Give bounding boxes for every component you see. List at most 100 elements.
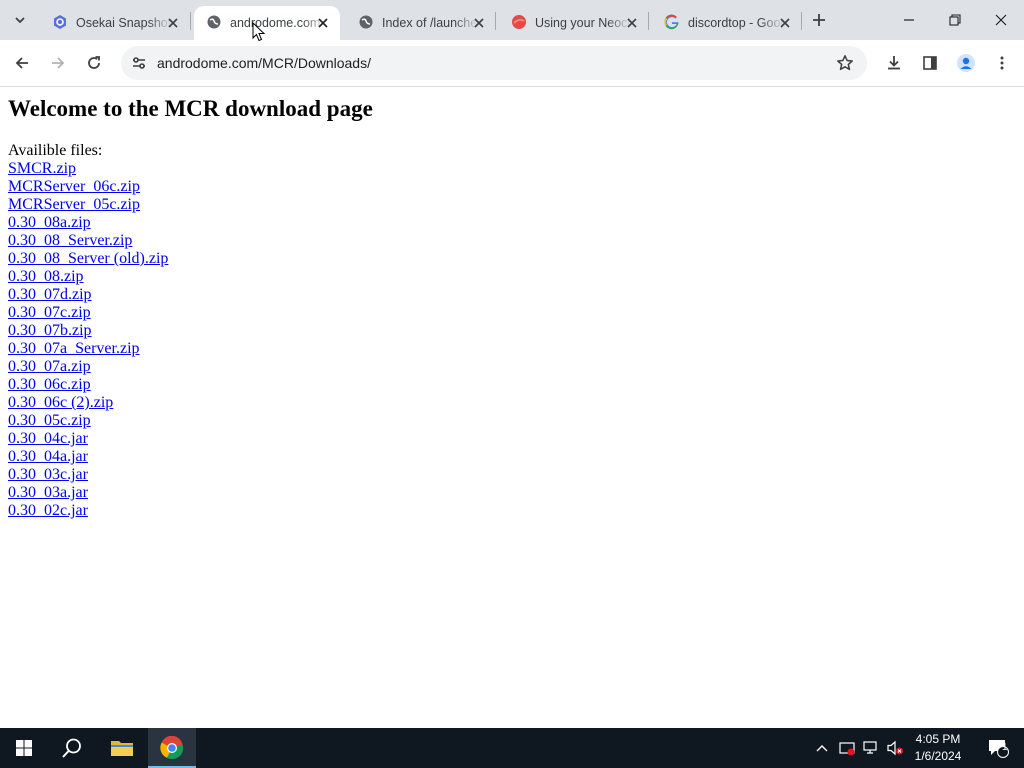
reload-icon <box>88 56 100 69</box>
chrome-icon <box>160 736 184 760</box>
file-download-link[interactable]: 0.30_07a.zip <box>8 358 91 375</box>
reload-button[interactable] <box>80 49 108 77</box>
back-button[interactable] <box>8 49 36 77</box>
close-tab-icon[interactable] <box>314 14 332 32</box>
close-icon <box>995 14 1007 26</box>
files-intro-text: Availible files: <box>8 142 103 159</box>
tab-title: Index of /launcher <box>382 16 478 30</box>
tab-title: discordtop - Google <box>688 16 784 30</box>
notification-count: 1 <box>1002 742 1008 753</box>
tab-title: Using your Neocities <box>535 16 631 30</box>
file-explorer-button[interactable] <box>98 728 146 768</box>
file-download-link[interactable]: MCRServer_05c.zip <box>8 196 140 213</box>
download-icon <box>888 56 900 70</box>
chevron-down-icon <box>15 17 25 24</box>
chrome-taskbar-button[interactable] <box>148 728 196 768</box>
profile-button[interactable] <box>952 49 980 77</box>
tab-separator <box>648 12 649 30</box>
tab-separator <box>190 12 191 30</box>
search-icon <box>62 738 81 758</box>
tab-androdome[interactable]: androdome.com <box>194 6 340 40</box>
windows-taskbar: 4:05 PM 1/6/2024 1 <box>0 728 1024 768</box>
tab-search-button[interactable] <box>8 8 32 32</box>
plus-icon <box>813 14 825 26</box>
close-tab-icon[interactable] <box>164 14 182 32</box>
file-download-link[interactable]: 0.30_03a.jar <box>8 484 88 501</box>
file-list-item: 0.30_07a.zip <box>8 358 168 376</box>
file-download-link[interactable]: 0.30_08_Server.zip <box>8 232 132 249</box>
file-download-link[interactable]: 0.30_03c.jar <box>8 466 88 483</box>
file-download-link[interactable]: 0.30_07c.zip <box>8 304 91 321</box>
file-list-item: MCRServer_05c.zip <box>8 196 168 214</box>
neocities-icon <box>511 14 527 30</box>
file-list-item: 0.30_04a.jar <box>8 448 168 466</box>
file-list-item: 0.30_06c (2).zip <box>8 394 168 412</box>
tab-neocities[interactable]: Using your Neocities <box>499 6 649 40</box>
file-list-item: 0.30_07b.zip <box>8 322 168 340</box>
file-list-item: 0.30_08.zip <box>8 268 168 286</box>
google-icon <box>664 14 680 30</box>
restore-button[interactable] <box>932 0 978 40</box>
side-panel-button[interactable] <box>916 49 944 77</box>
osekai-icon <box>52 14 68 30</box>
file-download-link[interactable]: 0.30_08.zip <box>8 268 84 285</box>
file-download-link[interactable]: 0.30_04a.jar <box>8 448 88 465</box>
file-download-link[interactable]: 0.30_06c.zip <box>8 376 91 393</box>
arrow-left-icon <box>15 57 28 69</box>
file-download-link[interactable]: 0.30_02c.jar <box>8 502 88 519</box>
windows-logo-icon <box>16 740 32 756</box>
file-download-link[interactable]: 0.30_07d.zip <box>8 286 92 303</box>
file-download-link[interactable]: 0.30_05c.zip <box>8 412 91 429</box>
minimize-button[interactable] <box>886 0 932 40</box>
browser-menu-button[interactable] <box>988 49 1016 77</box>
file-download-link[interactable]: 0.30_08_Server (old).zip <box>8 250 168 267</box>
file-list-item: 0.30_03c.jar <box>8 466 168 484</box>
security-tray-icon[interactable] <box>836 728 858 768</box>
clock-time: 4:05 PM <box>915 732 961 746</box>
tab-google[interactable]: discordtop - Google <box>652 6 802 40</box>
url-text[interactable]: androdome.com/MCR/Downloads/ <box>157 54 371 72</box>
downloads-button[interactable] <box>880 49 908 77</box>
forward-button[interactable] <box>44 49 72 77</box>
arrow-right-icon <box>52 57 65 69</box>
start-button[interactable] <box>0 728 48 768</box>
volume-muted-icon[interactable] <box>884 728 906 768</box>
network-icon[interactable] <box>860 728 882 768</box>
new-tab-button[interactable] <box>808 9 830 31</box>
folder-icon <box>111 741 133 756</box>
file-download-link[interactable]: 0.30_07b.zip <box>8 322 92 339</box>
side-panel-icon <box>923 56 937 70</box>
file-download-link[interactable]: MCRServer_06c.zip <box>8 178 140 195</box>
tab-title: androdome.com <box>230 16 321 30</box>
restore-icon <box>949 14 961 26</box>
file-list-item: MCRServer_06c.zip <box>8 178 168 196</box>
tab-osekai[interactable]: Osekai Snapshots <box>40 6 190 40</box>
file-download-link[interactable]: 0.30_07a_Server.zip <box>8 340 140 357</box>
file-list-item: 0.30_05c.zip <box>8 412 168 430</box>
tab-index-launcher[interactable]: Index of /launcher <box>346 6 496 40</box>
taskbar-clock[interactable]: 4:05 PM 1/6/2024 <box>906 731 970 765</box>
avatar-icon <box>957 54 975 72</box>
more-vert-icon <box>1000 56 1004 70</box>
file-download-link[interactable]: SMCR.zip <box>8 160 76 177</box>
file-download-link[interactable]: 0.30_06c (2).zip <box>8 394 113 411</box>
close-tab-icon[interactable] <box>776 14 794 32</box>
bookmark-star-icon[interactable] <box>833 51 857 75</box>
file-download-link[interactable]: 0.30_08a.zip <box>8 214 91 231</box>
show-hidden-icons-button[interactable] <box>812 728 832 768</box>
close-tab-icon[interactable] <box>470 14 488 32</box>
minimize-icon <box>904 19 914 21</box>
globe-icon <box>358 14 374 30</box>
file-download-link[interactable]: 0.30_04c.jar <box>8 430 88 447</box>
close-window-button[interactable] <box>978 0 1024 40</box>
taskbar-search-button[interactable] <box>48 728 96 768</box>
mouse-cursor-icon <box>252 22 266 42</box>
address-bar[interactable]: androdome.com/MCR/Downloads/ <box>121 46 867 80</box>
site-info-icon[interactable] <box>127 51 151 75</box>
file-list-item: 0.30_08a.zip <box>8 214 168 232</box>
tab-separator <box>801 12 802 30</box>
close-tab-icon[interactable] <box>623 14 641 32</box>
file-list: SMCR.zip MCRServer_06c.zip MCRServer_05c.z… <box>8 160 168 520</box>
page-heading: Welcome to the MCR download page <box>8 96 373 121</box>
notification-center-button[interactable]: 1 <box>978 728 1018 768</box>
